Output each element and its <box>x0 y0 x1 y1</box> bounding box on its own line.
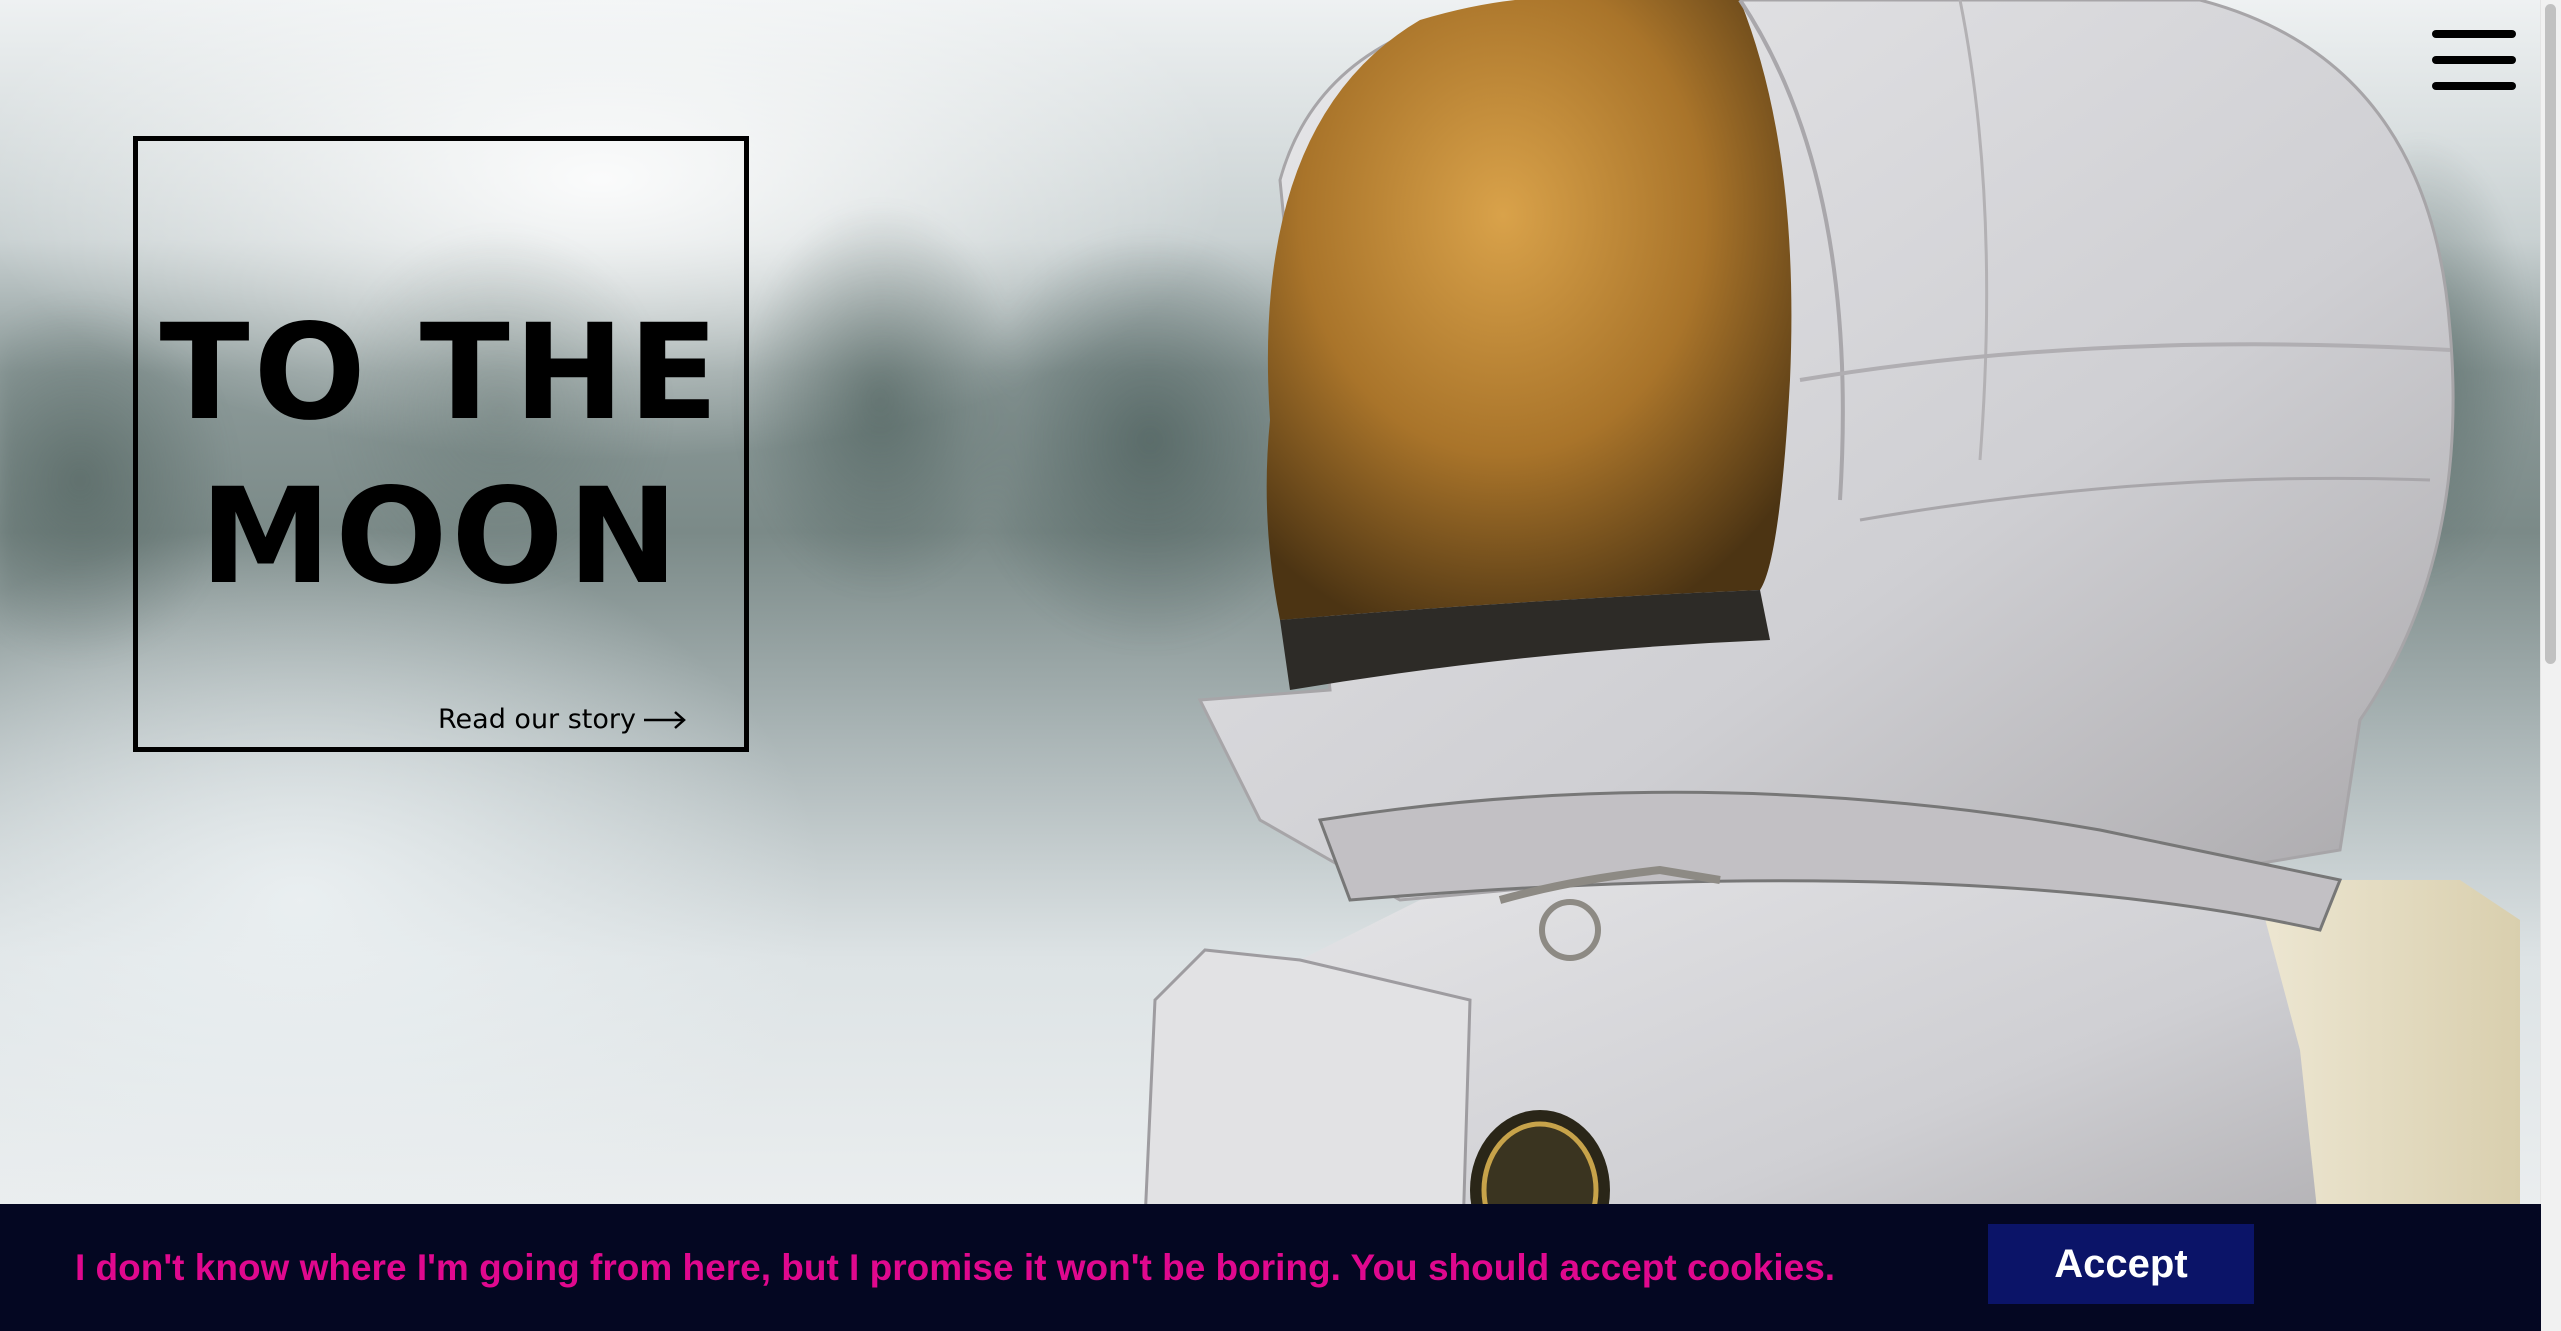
menu-bar-top <box>2432 30 2516 38</box>
title-box: TO THE MOON Read our story <box>133 136 749 752</box>
page-title: TO THE MOON <box>138 291 744 619</box>
cookie-banner: I don't know where I'm going from here, … <box>0 1204 2541 1331</box>
story-link-label: Read our story <box>438 704 636 735</box>
vertical-scrollbar[interactable] <box>2540 0 2561 1331</box>
cookie-message: I don't know where I'm going from here, … <box>75 1247 1836 1288</box>
menu-bar-bottom <box>2432 82 2516 90</box>
scrollbar-thumb[interactable] <box>2545 4 2556 664</box>
arrow-right-icon <box>644 710 686 729</box>
title-line-2: MOON <box>199 460 683 614</box>
title-line-1: TO THE <box>159 296 723 450</box>
hamburger-menu-icon[interactable] <box>2432 30 2516 90</box>
read-our-story-link[interactable]: Read our story <box>438 704 686 735</box>
astronaut-image <box>1138 0 2520 1331</box>
accept-cookies-button[interactable]: Accept <box>1988 1224 2254 1304</box>
page: TO THE MOON Read our story I don't know … <box>0 0 2561 1331</box>
menu-bar-middle <box>2432 56 2516 64</box>
